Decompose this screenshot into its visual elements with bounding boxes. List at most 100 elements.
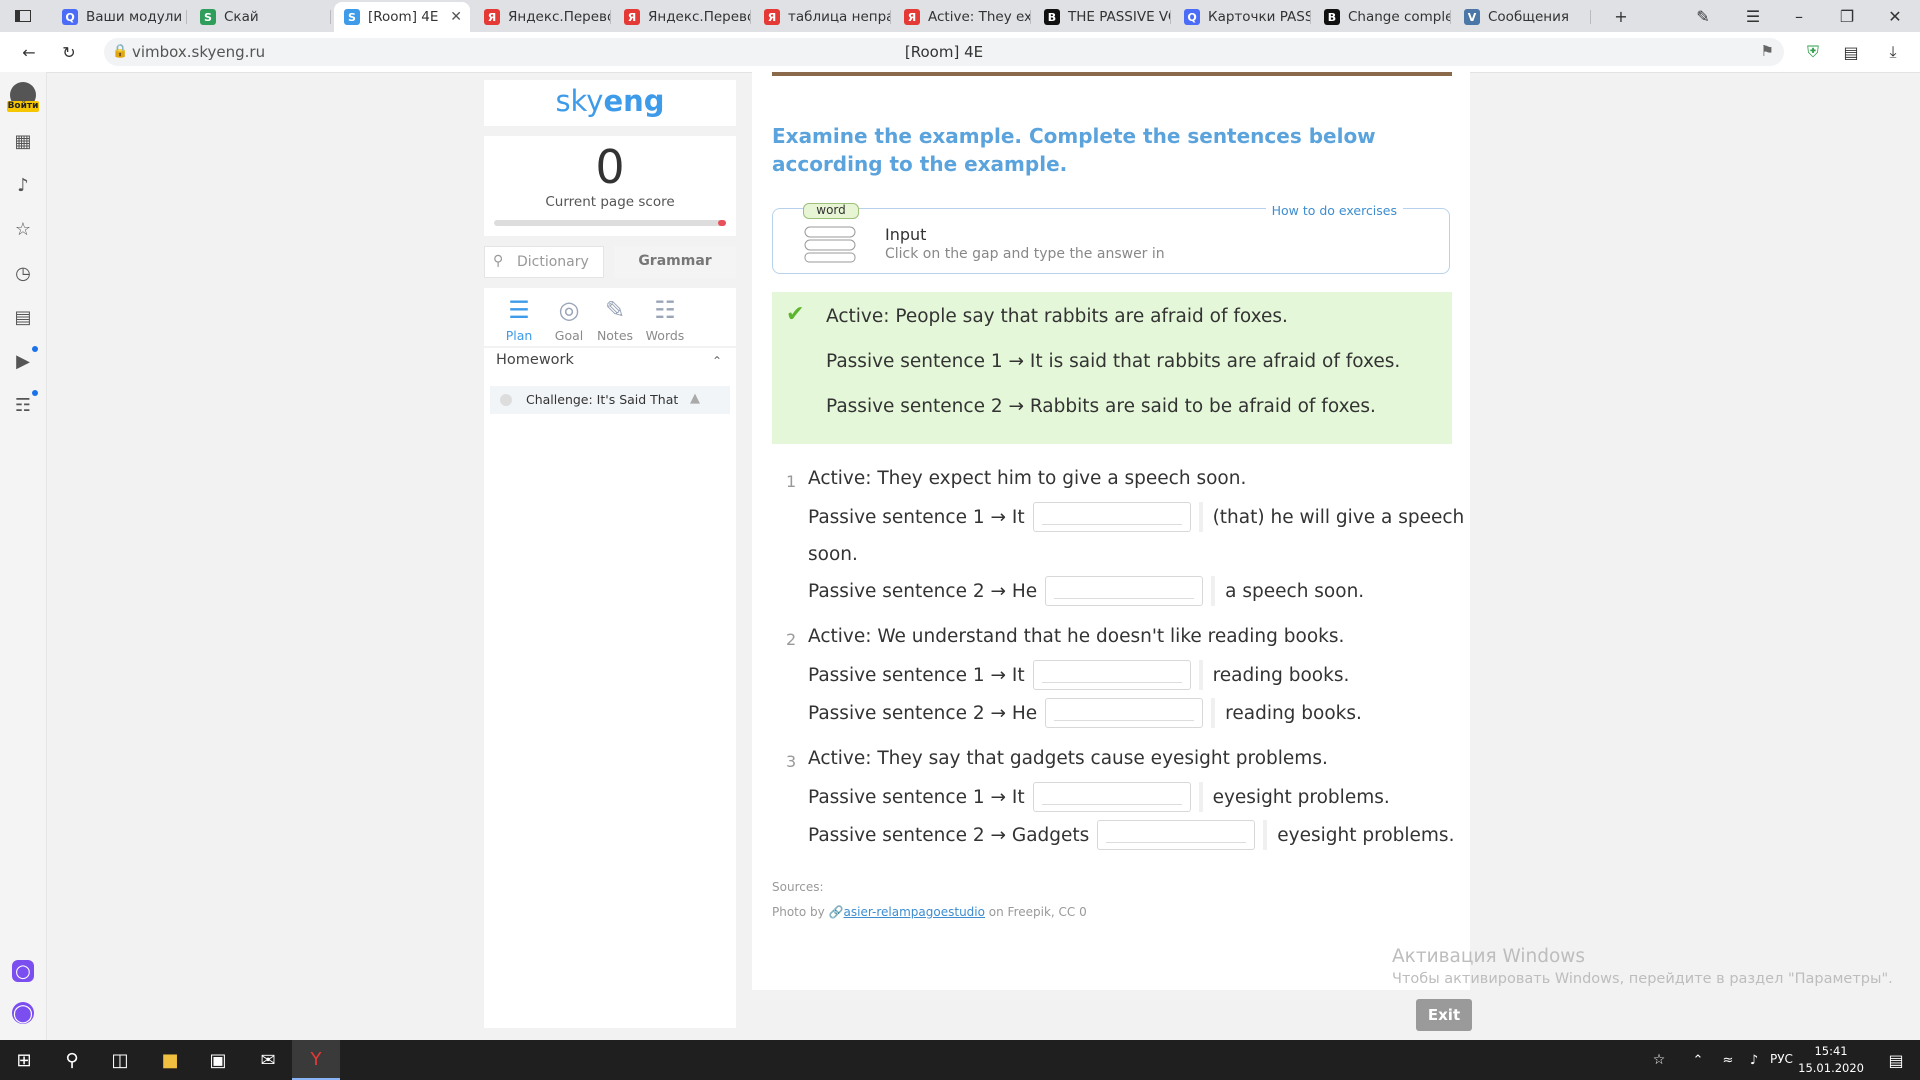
goal-icon: ◎ (558, 296, 580, 324)
answer-gap[interactable] (1032, 782, 1191, 812)
search-icon[interactable]: ⚲ (48, 1040, 96, 1080)
file-explorer-icon[interactable]: ■ (146, 1040, 194, 1080)
browser-tab[interactable]: B THE PASSIVE VO (1034, 2, 1170, 32)
bell-icon[interactable]: ♪ (12, 174, 34, 196)
answer-gap[interactable] (1097, 820, 1256, 850)
history-icon[interactable]: ◷ (12, 262, 34, 284)
logo-card: skyeng (484, 80, 736, 126)
notification-dot (32, 346, 38, 352)
notes-sidebar-icon[interactable]: ▤ (12, 306, 34, 328)
tab-separator (610, 10, 611, 24)
item-2-passive-2: Passive sentence 2 → He reading books. (808, 698, 1362, 728)
how-to-link[interactable]: How to do exercises (1265, 203, 1403, 218)
item-1-passive-2: Passive sentence 2 → He a speech soon. (808, 576, 1364, 606)
notification-center-icon[interactable]: ▤ (1872, 1040, 1920, 1080)
tab-separator (186, 10, 187, 24)
item-number: 1 (786, 472, 797, 491)
status-circle-icon (500, 394, 512, 406)
start-icon[interactable]: ⊞ (0, 1040, 48, 1080)
people-icon[interactable]: ☆ (1644, 1040, 1674, 1080)
dictionary-search[interactable]: ⚲ Dictionary (484, 246, 604, 278)
task-view-icon[interactable]: ◫ (96, 1040, 144, 1080)
apps-grid-icon[interactable]: ▦ (12, 130, 34, 152)
item-3-passive-1: Passive sentence 1 → It eyesight problem… (808, 782, 1390, 812)
url-field[interactable]: 🔒 vimbox.skyeng.ru [Room] 4E ⚑ (104, 38, 1784, 66)
browser-tab[interactable]: Q Ваши модули | С (52, 2, 186, 32)
link-icon: 🔗 (828, 905, 844, 919)
new-tab-button[interactable]: + (1598, 0, 1644, 32)
tab-separator (1590, 10, 1591, 24)
language-indicator[interactable]: РУС (1770, 1052, 1793, 1066)
mail-icon[interactable]: ✉ (244, 1040, 292, 1080)
store-icon[interactable]: ▣ (194, 1040, 242, 1080)
address-bar: ← ↻ 🔒 vimbox.skyeng.ru [Room] 4E ⚑ ⛨ ▤ ⤓ (0, 32, 1920, 73)
bookmark-icon[interactable]: ⚑ (1761, 42, 1774, 60)
answer-gap[interactable] (1032, 502, 1191, 532)
item-number: 2 (786, 630, 797, 649)
close-window-button[interactable]: ✕ (1872, 0, 1918, 32)
tab-favicon-icon: Q (62, 9, 78, 25)
item-1-wrap: soon. (808, 544, 858, 565)
homework-item[interactable]: Challenge: It's Said That ▲ (490, 386, 730, 414)
nav-plan[interactable]: ☰ Plan (494, 296, 544, 343)
example-passive-1: Passive sentence 1 → It is said that rab… (826, 351, 1401, 372)
sources-label: Sources: (772, 880, 824, 894)
answer-gap[interactable] (1032, 660, 1191, 690)
tabs-icon[interactable]: ▤ (1828, 36, 1874, 68)
nav-words[interactable]: ☷ Words (640, 296, 690, 343)
skyeng-logo[interactable]: skyeng (484, 80, 736, 118)
answer-gap[interactable] (1045, 698, 1204, 728)
tab-favicon-icon: V (1464, 9, 1480, 25)
browser-tab[interactable]: S Скай (190, 2, 330, 32)
nav-notes[interactable]: ✎ Notes (590, 296, 640, 343)
login-badge[interactable]: Войти (7, 101, 39, 112)
input-illustration-icon (803, 223, 857, 263)
tab-separator (1450, 10, 1451, 24)
item-1-active: Active: They expect him to give a speech… (808, 468, 1247, 489)
star-icon[interactable]: ☆ (12, 218, 34, 240)
browser-tab[interactable]: S [Room] 4E ✕ (334, 2, 470, 32)
browser-tab[interactable]: Я Active: They expe (894, 2, 1030, 32)
download-icon[interactable]: ⤓ (1870, 36, 1916, 68)
browser-tab[interactable]: B Change complex (1314, 2, 1450, 32)
tab-sidebar-icon[interactable] (0, 0, 46, 32)
browser-tab[interactable]: Q Карточки PASSIV (1174, 2, 1310, 32)
checkmark-icon: ✔ (786, 302, 805, 327)
tab-favicon-icon: Q (1184, 9, 1200, 25)
instruction-desc: Click on the gap and type the answer in (885, 246, 1165, 262)
grammar-button[interactable]: Grammar (614, 246, 736, 278)
menu-icon[interactable]: ☰ (1730, 0, 1776, 32)
yandex-browser-icon[interactable]: Y (292, 1040, 340, 1080)
reload-icon[interactable]: ↻ (46, 36, 92, 68)
show-hidden-icon[interactable]: ⌃ (1686, 1040, 1710, 1080)
tab-favicon-icon: S (200, 9, 216, 25)
alice-icon[interactable]: ◯ (12, 1002, 34, 1024)
tab-close-icon[interactable]: ✕ (450, 9, 462, 25)
restore-button[interactable]: ❐ (1824, 0, 1870, 32)
collapse-chevron-icon[interactable]: ⌃ (712, 354, 722, 368)
browser-tab[interactable]: Я Яндекс.Перевод (474, 2, 610, 32)
score-progress (494, 220, 726, 226)
tab-label: Яндекс.Перевод (508, 9, 610, 25)
browser-tab-bar: Q Ваши модули | С S Скай S [Room] 4E ✕ Я Яндекс.… (0, 0, 1920, 32)
collections-icon[interactable]: ✎ (1680, 0, 1726, 32)
video-icon[interactable]: ▶ (12, 350, 34, 372)
browser-tab[interactable]: Ятаблица неправ (754, 2, 890, 32)
answer-gap[interactable] (1045, 576, 1204, 606)
exit-button[interactable]: Exit (1416, 999, 1472, 1031)
nav-goal[interactable]: ◎ Goal (544, 296, 594, 343)
homework-panel: Homework ⌃ Challenge: It's Said That ▲ (484, 348, 736, 1028)
docs-icon[interactable]: ☶ (12, 394, 34, 416)
search-icon: ⚲ (493, 253, 504, 269)
tab-separator (750, 10, 751, 24)
wifi-icon[interactable]: ≈ (1716, 1040, 1740, 1080)
author-link[interactable]: asier-relampagoestudio (844, 905, 985, 919)
messenger-icon[interactable]: ○ (12, 960, 34, 982)
item-2-passive-1: Passive sentence 1 → It reading books. (808, 660, 1349, 690)
clock[interactable]: 15:41 15.01.2020 (1798, 1043, 1864, 1077)
browser-tab[interactable]: Я Яндекс.Перевод (614, 2, 750, 32)
browser-tab[interactable]: V Сообщения (1454, 2, 1590, 32)
volume-icon[interactable]: ♪ (1742, 1040, 1766, 1080)
tab-separator (1310, 10, 1311, 24)
minimize-button[interactable]: – (1776, 0, 1822, 32)
